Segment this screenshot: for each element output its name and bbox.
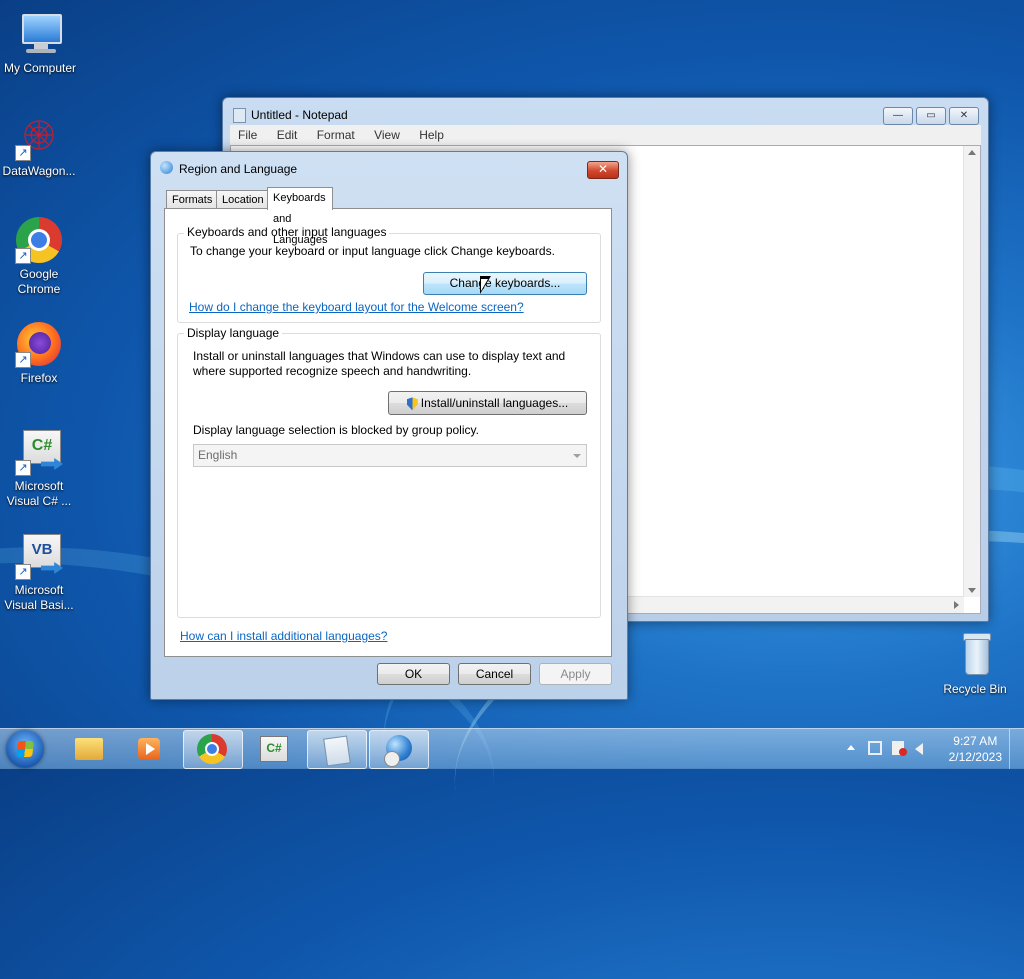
taskbar: C# 9:27 AM 2/12/2023 — [0, 728, 1024, 769]
play-icon — [146, 743, 155, 755]
action-center-alert-icon — [899, 748, 907, 756]
tab-keyboards-and-languages[interactable]: Keyboards and Languages — [267, 187, 334, 246]
desktop-icon-label: DataWagon... — [2, 164, 76, 178]
welcome-screen-layout-link[interactable]: How do I change the keyboard layout for … — [189, 300, 524, 314]
datawagon-icon: ↗ — [15, 113, 63, 161]
menu-file[interactable]: File — [230, 125, 265, 142]
ok-button[interactable]: OK — [377, 663, 450, 685]
notepad-title: Untitled - Notepad — [251, 108, 348, 122]
volume-icon[interactable] — [915, 743, 923, 755]
folder-icon — [75, 738, 103, 760]
taskbar-notepad[interactable] — [307, 730, 367, 769]
desktop-icon-visual-basic[interactable]: VB ↗ Microsoft Visual Basi... — [0, 532, 79, 613]
display-language-value: English — [198, 448, 238, 462]
keyboards-description: To change your keyboard or input languag… — [190, 244, 555, 258]
firefox-icon: ↗ — [15, 320, 63, 368]
notepad-icon — [323, 735, 351, 767]
scroll-up-icon[interactable] — [968, 150, 976, 155]
desktop-icon-label: Recycle Bin — [943, 682, 1007, 696]
notification-area — [843, 729, 943, 769]
scroll-right-icon[interactable] — [954, 601, 959, 609]
taskbar-explorer[interactable] — [60, 730, 118, 767]
network-icon[interactable] — [868, 741, 882, 755]
clock-date: 2/12/2023 — [948, 750, 1002, 764]
cancel-button[interactable]: Cancel — [458, 663, 531, 685]
visual-csharp-icon: C# — [260, 736, 288, 762]
desktop-icon-label: Firefox — [20, 371, 58, 385]
vertical-scrollbar[interactable] — [963, 146, 980, 597]
recycle-bin-icon — [951, 631, 999, 679]
notepad-close-button[interactable]: ✕ — [949, 107, 979, 125]
dialog-close-button[interactable]: ✕ — [587, 161, 619, 179]
scroll-down-icon[interactable] — [968, 588, 976, 593]
dialog-title: Region and Language — [179, 162, 298, 176]
desktop-icon-label: Microsoft Visual Basi... — [4, 583, 74, 612]
shortcut-arrow-icon: ↗ — [15, 145, 31, 161]
install-uninstall-languages-button[interactable]: Install/uninstall languages... — [388, 391, 587, 415]
chrome-icon-center — [205, 742, 219, 756]
computer-icon — [16, 10, 64, 58]
uac-shield-icon — [406, 397, 418, 411]
desktop-icon-firefox[interactable]: ↗ Firefox — [0, 320, 79, 386]
shortcut-arrow-icon: ↗ — [15, 460, 31, 476]
desktop-icon-datawagon[interactable]: ↗ DataWagon... — [0, 113, 79, 179]
windows-logo-icon — [16, 741, 34, 757]
chrome-icon: ↗ — [15, 216, 63, 264]
shortcut-arrow-icon: ↗ — [15, 564, 31, 580]
install-uninstall-label: Install/uninstall languages... — [420, 396, 569, 410]
menu-format[interactable]: Format — [309, 125, 363, 142]
desktop-icon-visual-csharp[interactable]: C# ↗ Microsoft Visual C# ... — [0, 428, 79, 509]
tab-formats[interactable]: Formats — [166, 190, 219, 209]
display-language-description-line-2: where supported recognize speech and han… — [193, 364, 472, 378]
menu-edit[interactable]: Edit — [269, 125, 306, 142]
show-hidden-icons-icon[interactable] — [847, 745, 855, 750]
taskbar-media-player[interactable] — [121, 730, 179, 767]
desktop-icon-label: My Computer — [3, 61, 77, 75]
minimize-button[interactable]: — — [883, 107, 913, 125]
desktop-icon-label: Microsoft Visual C# ... — [6, 479, 72, 508]
mouse-cursor-fill — [481, 279, 488, 291]
visual-csharp-icon: C# ↗ — [15, 428, 63, 476]
globe-icon — [160, 161, 173, 174]
taskbar-chrome[interactable] — [183, 730, 243, 769]
visual-basic-icon: VB ↗ — [15, 532, 63, 580]
blocked-by-policy-text: Display language selection is blocked by… — [193, 423, 479, 437]
taskbar-visual-csharp[interactable]: C# — [245, 730, 303, 767]
notepad-app-icon — [233, 108, 246, 123]
display-language-description-line-1: Install or uninstall languages that Wind… — [193, 349, 566, 363]
shortcut-arrow-icon: ↗ — [15, 248, 31, 264]
tab-panel: Keyboards and other input languages To c… — [164, 208, 612, 657]
menu-help[interactable]: Help — [411, 125, 452, 142]
clock-time: 9:27 AM — [953, 734, 998, 748]
display-language-select[interactable]: English — [193, 444, 587, 467]
menu-view[interactable]: View — [366, 125, 408, 142]
desktop-icon-label: Google Chrome — [17, 267, 61, 296]
apply-button[interactable]: Apply — [539, 663, 612, 685]
desktop-icon-my-computer[interactable]: My Computer — [0, 10, 80, 76]
install-additional-languages-link[interactable]: How can I install additional languages? — [180, 629, 387, 643]
chevron-down-icon — [573, 454, 581, 458]
taskbar-region-language[interactable] — [369, 730, 429, 769]
notepad-menubar: File Edit Format View Help — [230, 125, 981, 145]
maximize-button[interactable]: ▭ — [916, 107, 946, 125]
clock-icon — [384, 751, 400, 767]
display-language-group-label: Display language — [184, 326, 283, 340]
taskbar-clock[interactable]: 9:27 AM 2/12/2023 — [949, 733, 1002, 765]
start-button[interactable] — [6, 730, 44, 768]
desktop-icon-recycle-bin[interactable]: Recycle Bin — [935, 631, 1015, 697]
show-desktop-button[interactable] — [1009, 729, 1024, 769]
tab-location[interactable]: Location — [216, 190, 270, 209]
desktop-icon-google-chrome[interactable]: ↗ Google Chrome — [0, 216, 79, 297]
change-keyboards-button[interactable]: Change keyboards... — [423, 272, 587, 295]
shortcut-arrow-icon: ↗ — [15, 352, 31, 368]
region-language-dialog[interactable]: Region and Language ✕ Formats Location K… — [150, 151, 628, 700]
